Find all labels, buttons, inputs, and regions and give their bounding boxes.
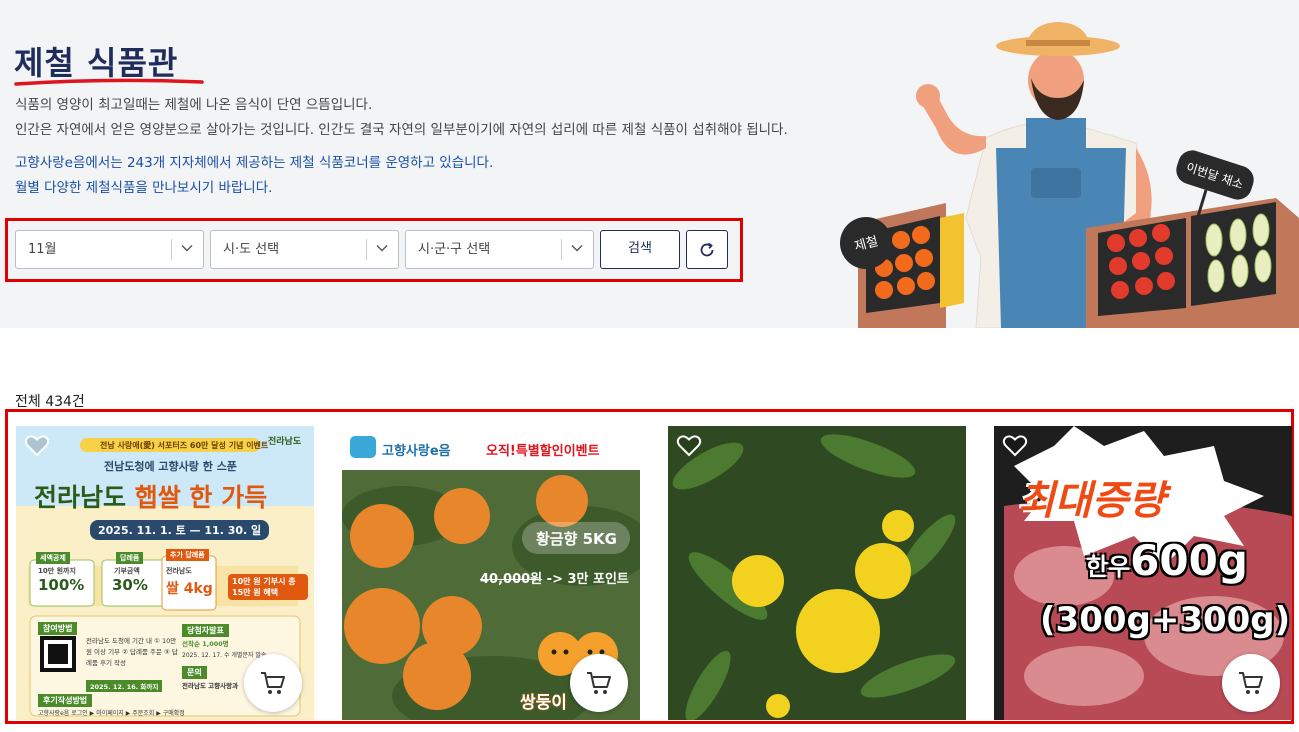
product-image <box>668 426 966 720</box>
poster-contact-title: 문의 <box>182 666 207 679</box>
poster-chip-2-sub: 기부금액 <box>114 567 140 575</box>
poster-headline-a: 전라남도 <box>34 483 135 512</box>
add-to-cart-button[interactable] <box>570 654 628 712</box>
hero-info-1: 고향사랑e음에서는 243개 지자체에서 제공하는 제철 식품코너를 운영하고 … <box>15 155 494 171</box>
poster-review-text: 고향사랑e음 로그인 ▶ 마이페이지 ▶ 주문조회 ▶ 구매확정 <box>38 710 185 717</box>
hero-description-1: 식품의 영양이 최고일때는 제철에 나온 음식이 단연 으뜸입니다. <box>15 97 373 113</box>
poster-review-title: 후기작성방법 <box>38 694 93 707</box>
poster-how-title: 참여방법 <box>38 622 78 635</box>
title-underline <box>14 78 204 86</box>
event-label: 오직!특별할인이벤트 <box>486 444 600 459</box>
new-price: -> 3만 포인트 <box>546 572 629 587</box>
add-to-cart-button[interactable] <box>1222 654 1280 712</box>
poster-headline: 전라남도 햅쌀 한 가득 <box>34 478 267 514</box>
chevron-down-icon <box>571 245 583 252</box>
heart-icon[interactable] <box>24 434 50 458</box>
poster-chip-2-value: 30% <box>112 576 148 594</box>
product-card[interactable]: 전남 사랑애(愛) 서포터즈 60만 달성 기념 이벤트 전라남도 전남도청에 … <box>16 426 314 720</box>
poster-how-deadline: 2025. 12. 16. 화까지 <box>86 680 163 692</box>
hero-info-2: 월별 다양한 제철식품을 만나보시기 바랍니다. <box>15 180 273 196</box>
chevron-down-icon <box>181 245 193 252</box>
heart-icon[interactable] <box>1002 434 1028 458</box>
cart-icon <box>1239 672 1263 694</box>
mascot-label: 쌍둥이 <box>520 693 567 713</box>
poster-chip-3-title: 추가 답례품 <box>166 549 209 561</box>
poster-winner-date: 2025. 12. 17. 수 개별문자 발송 <box>182 652 267 659</box>
poster-event-banner: 전남 사랑애(愛) 서포터즈 60만 달성 기념 이벤트 <box>100 441 269 450</box>
product-card[interactable] <box>668 426 966 720</box>
cart-icon <box>261 672 285 694</box>
month-select-value: 11월 <box>28 242 57 257</box>
poster-winner-count: 선착순 1,000명 <box>182 640 229 648</box>
poster-org: 전라남도 <box>268 437 302 447</box>
poster-period: 2025. 11. 1. 토 — 11. 30. 일 <box>90 520 270 540</box>
poster-chip-3-sub: 전라남도 <box>166 567 192 575</box>
product-card[interactable]: 고향사랑e음 오직!특별할인이벤트 황금향 5KG 40,000원 -> 3만 … <box>342 426 640 720</box>
district-select-value: 시·군·구 선택 <box>418 242 491 257</box>
province-select[interactable]: 시·도 선택 <box>210 230 399 269</box>
result-count: 전체 434건 <box>15 394 85 410</box>
old-price: 40,000원 <box>480 572 543 587</box>
brand-label: 고향사랑e음 <box>382 444 451 459</box>
refresh-icon <box>700 242 714 257</box>
poster-chip-1-title: 세액공제 <box>36 552 70 564</box>
promo-line1: 한우600g <box>1086 536 1248 585</box>
poster-how-steps: 전라남도 도청에 기간 내 ① 10만원 이상 기부 ② 답례품 주문 ③ 답례… <box>86 637 178 667</box>
price-line: 40,000원 -> 3만 포인트 <box>480 568 629 587</box>
hero-description-2: 인간은 자연에서 얻은 영양분으로 살아가는 것입니다. 인간도 결국 자연의 … <box>15 122 788 138</box>
promo-line2: (300g+300g) <box>1040 600 1291 640</box>
promo-line1-a: 한우 <box>1086 553 1131 581</box>
poster-chip-1-sub: 10만 원까지 <box>38 567 76 575</box>
poster-bonus: 10만 원 기부시 총 15만 원 혜택 <box>228 574 308 600</box>
farmer-illustration: 제철 이번달 채소 <box>840 22 1299 328</box>
district-select[interactable]: 시·군·구 선택 <box>405 230 594 269</box>
product-name: 황금향 5KG <box>536 530 617 548</box>
poster-headline-b: 햅쌀 한 가득 <box>134 483 268 512</box>
add-to-cart-button[interactable] <box>244 654 302 712</box>
product-card[interactable]: 최대증량 한우600g (300g+300g) <box>994 426 1292 720</box>
poster-chip-1-value: 100% <box>38 576 85 594</box>
promo-burst: 최대증량 <box>1018 478 1166 524</box>
poster-chip-2-title: 답례품 <box>116 552 144 564</box>
reset-button[interactable] <box>686 230 728 269</box>
cart-icon <box>587 672 611 694</box>
poster-chip-3-value: 쌀 4kg <box>166 581 213 597</box>
promo-line1-b: 600g <box>1130 536 1248 585</box>
search-button[interactable]: 검색 <box>600 230 680 269</box>
month-select[interactable]: 11월 <box>15 230 204 269</box>
poster-winner-title: 당첨자발표 <box>182 624 229 637</box>
poster-contact-text: 전라남도 고향사랑과 <box>182 682 239 690</box>
heart-icon[interactable] <box>676 434 702 458</box>
chevron-down-icon <box>376 245 388 252</box>
poster-subtitle: 전남도청에 고향사랑 한 스푼 <box>104 460 237 473</box>
province-select-value: 시·도 선택 <box>223 242 280 257</box>
